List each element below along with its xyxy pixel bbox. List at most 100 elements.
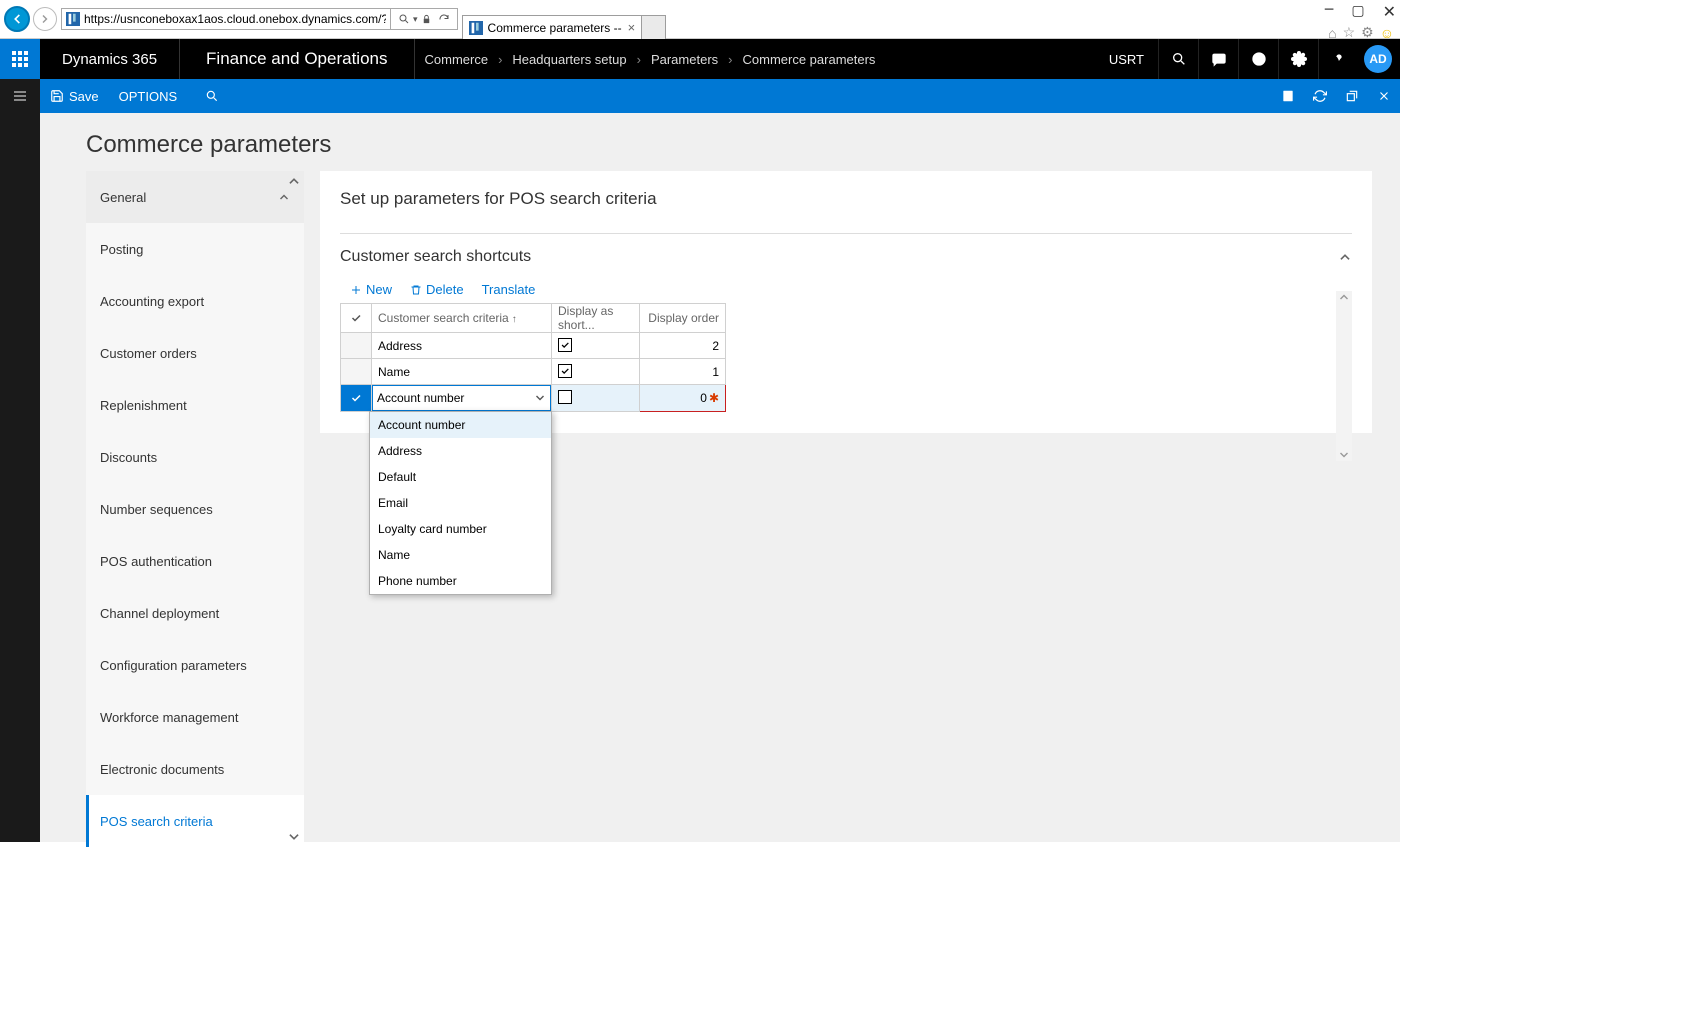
- sidebar-item-posting[interactable]: Posting: [86, 223, 304, 275]
- browser-tab[interactable]: Commerce parameters -- ×: [462, 15, 643, 39]
- tab-favicon: [469, 21, 483, 35]
- dropdown-option[interactable]: Account number: [370, 412, 551, 438]
- criteria-cell[interactable]: Address: [372, 333, 552, 359]
- row-selected-indicator[interactable]: [341, 385, 372, 412]
- messages-button[interactable]: [1198, 39, 1238, 79]
- grid-row[interactable]: Address 2: [341, 333, 726, 359]
- home-icon[interactable]: ⌂: [1328, 25, 1336, 41]
- search-icon[interactable]: [398, 13, 410, 25]
- shortcut-cell[interactable]: [552, 359, 640, 385]
- sidebar-item-accounting-export[interactable]: Accounting export: [86, 275, 304, 327]
- order-cell-required[interactable]: 0✱: [640, 385, 726, 412]
- nav-forward-button[interactable]: [33, 7, 57, 31]
- column-header-shortcut[interactable]: Display as short...: [552, 304, 640, 333]
- plus-icon: [350, 284, 362, 296]
- delete-button[interactable]: Delete: [410, 282, 464, 297]
- shortcut-cell[interactable]: [552, 385, 640, 412]
- sidebar-item-general[interactable]: General: [86, 171, 304, 223]
- settings-icon[interactable]: ⚙: [1361, 24, 1374, 41]
- sidebar-item-channel-deployment[interactable]: Channel deployment: [86, 587, 304, 639]
- sidebar-item-replenishment[interactable]: Replenishment: [86, 379, 304, 431]
- emoji-icon[interactable]: ☺: [1380, 25, 1394, 41]
- sidebar-item-electronic-documents[interactable]: Electronic documents: [86, 743, 304, 795]
- shortcut-cell[interactable]: [552, 333, 640, 359]
- sidebar-item-pos-search-criteria[interactable]: POS search criteria: [86, 795, 304, 847]
- dropdown-option[interactable]: Phone number: [370, 568, 551, 594]
- app-launcher-button[interactable]: [0, 39, 40, 79]
- sidebar-item-workforce-management[interactable]: Workforce management: [86, 691, 304, 743]
- chevron-right-icon: ›: [498, 52, 502, 67]
- grid-scrollbar[interactable]: [1336, 291, 1352, 461]
- chevron-right-icon: ›: [728, 52, 732, 67]
- nav-back-button[interactable]: [4, 6, 30, 32]
- settings-button[interactable]: [1278, 39, 1318, 79]
- order-cell[interactable]: 2: [640, 333, 726, 359]
- trash-icon: [410, 284, 422, 296]
- popout-button[interactable]: [1336, 79, 1368, 113]
- criteria-dropdown-cell[interactable]: Account number: [372, 385, 552, 412]
- column-header-order[interactable]: Display order: [640, 304, 726, 333]
- help-button[interactable]: [1318, 39, 1358, 79]
- action-search[interactable]: [195, 79, 229, 113]
- chevron-up-icon[interactable]: [287, 174, 301, 188]
- grid-row[interactable]: Name 1: [341, 359, 726, 385]
- company-picker[interactable]: USRT: [1095, 39, 1158, 79]
- search-button[interactable]: [1158, 39, 1198, 79]
- chevron-down-icon[interactable]: [287, 830, 301, 844]
- options-button[interactable]: OPTIONS: [109, 79, 188, 113]
- breadcrumb: Commerce › Headquarters setup › Paramete…: [425, 52, 876, 67]
- new-tab-button[interactable]: [642, 15, 666, 39]
- app-header: Dynamics 365 Finance and Operations Comm…: [0, 39, 1400, 79]
- dropdown-option[interactable]: Name: [370, 542, 551, 568]
- maximize-button[interactable]: ▢: [1351, 2, 1364, 22]
- favorites-icon[interactable]: ☆: [1343, 24, 1356, 41]
- browser-chrome: ▾ Commerce parameters -- × ─ ▢ ✕ ⌂ ☆ ⚙ ☺: [0, 0, 1400, 39]
- close-button[interactable]: [1368, 79, 1400, 113]
- translate-button[interactable]: Translate: [482, 282, 536, 297]
- save-button[interactable]: Save: [40, 79, 109, 113]
- nav-pane-toggle[interactable]: [0, 79, 40, 113]
- url-bar[interactable]: [61, 8, 391, 30]
- breadcrumb-item[interactable]: Commerce: [425, 52, 489, 67]
- sidebar-item-number-sequences[interactable]: Number sequences: [86, 483, 304, 535]
- page-title: Commerce parameters: [86, 131, 1400, 159]
- column-header-criteria[interactable]: Customer search criteria↑: [372, 304, 552, 333]
- settings-sidebar: General Posting Accounting export Custom…: [86, 171, 304, 847]
- criteria-cell[interactable]: Name: [372, 359, 552, 385]
- user-avatar[interactable]: AD: [1364, 45, 1392, 73]
- section-header[interactable]: Customer search shortcuts: [340, 248, 1352, 266]
- refresh-button[interactable]: [1304, 79, 1336, 113]
- left-rail: [0, 113, 40, 842]
- criteria-dropdown-list: Account number Address Default Email Loy…: [369, 411, 552, 595]
- sidebar-item-pos-authentication[interactable]: POS authentication: [86, 535, 304, 587]
- grid-row-active[interactable]: Account number 0✱: [341, 385, 726, 412]
- site-icon: [66, 12, 80, 26]
- dropdown-option[interactable]: Loyalty card number: [370, 516, 551, 542]
- refresh-icon[interactable]: [438, 13, 450, 25]
- tab-close-icon[interactable]: ×: [628, 20, 636, 35]
- url-input[interactable]: [84, 9, 386, 29]
- waffle-icon: [12, 51, 28, 67]
- sidebar-item-configuration-parameters[interactable]: Configuration parameters: [86, 639, 304, 691]
- dropdown-option[interactable]: Email: [370, 490, 551, 516]
- scroll-up-icon[interactable]: [1338, 291, 1350, 303]
- order-cell[interactable]: 1: [640, 359, 726, 385]
- breadcrumb-item[interactable]: Commerce parameters: [743, 52, 876, 67]
- breadcrumb-item[interactable]: Parameters: [651, 52, 718, 67]
- new-button[interactable]: New: [350, 282, 392, 297]
- office-button[interactable]: [1272, 79, 1304, 113]
- dropdown-arrow[interactable]: ▾: [413, 14, 418, 25]
- dropdown-option[interactable]: Address: [370, 438, 551, 464]
- save-label: Save: [69, 89, 99, 104]
- window-close-button[interactable]: ✕: [1383, 2, 1396, 22]
- minimize-button[interactable]: ─: [1325, 2, 1333, 22]
- sidebar-item-discounts[interactable]: Discounts: [86, 431, 304, 483]
- dropdown-option[interactable]: Default: [370, 464, 551, 490]
- sidebar-item-customer-orders[interactable]: Customer orders: [86, 327, 304, 379]
- breadcrumb-item[interactable]: Headquarters setup: [512, 52, 626, 67]
- module-label[interactable]: Finance and Operations: [180, 49, 413, 69]
- select-all-header[interactable]: [341, 304, 372, 333]
- feedback-button[interactable]: [1238, 39, 1278, 79]
- brand-label[interactable]: Dynamics 365: [40, 39, 179, 79]
- scroll-down-icon[interactable]: [1338, 449, 1350, 461]
